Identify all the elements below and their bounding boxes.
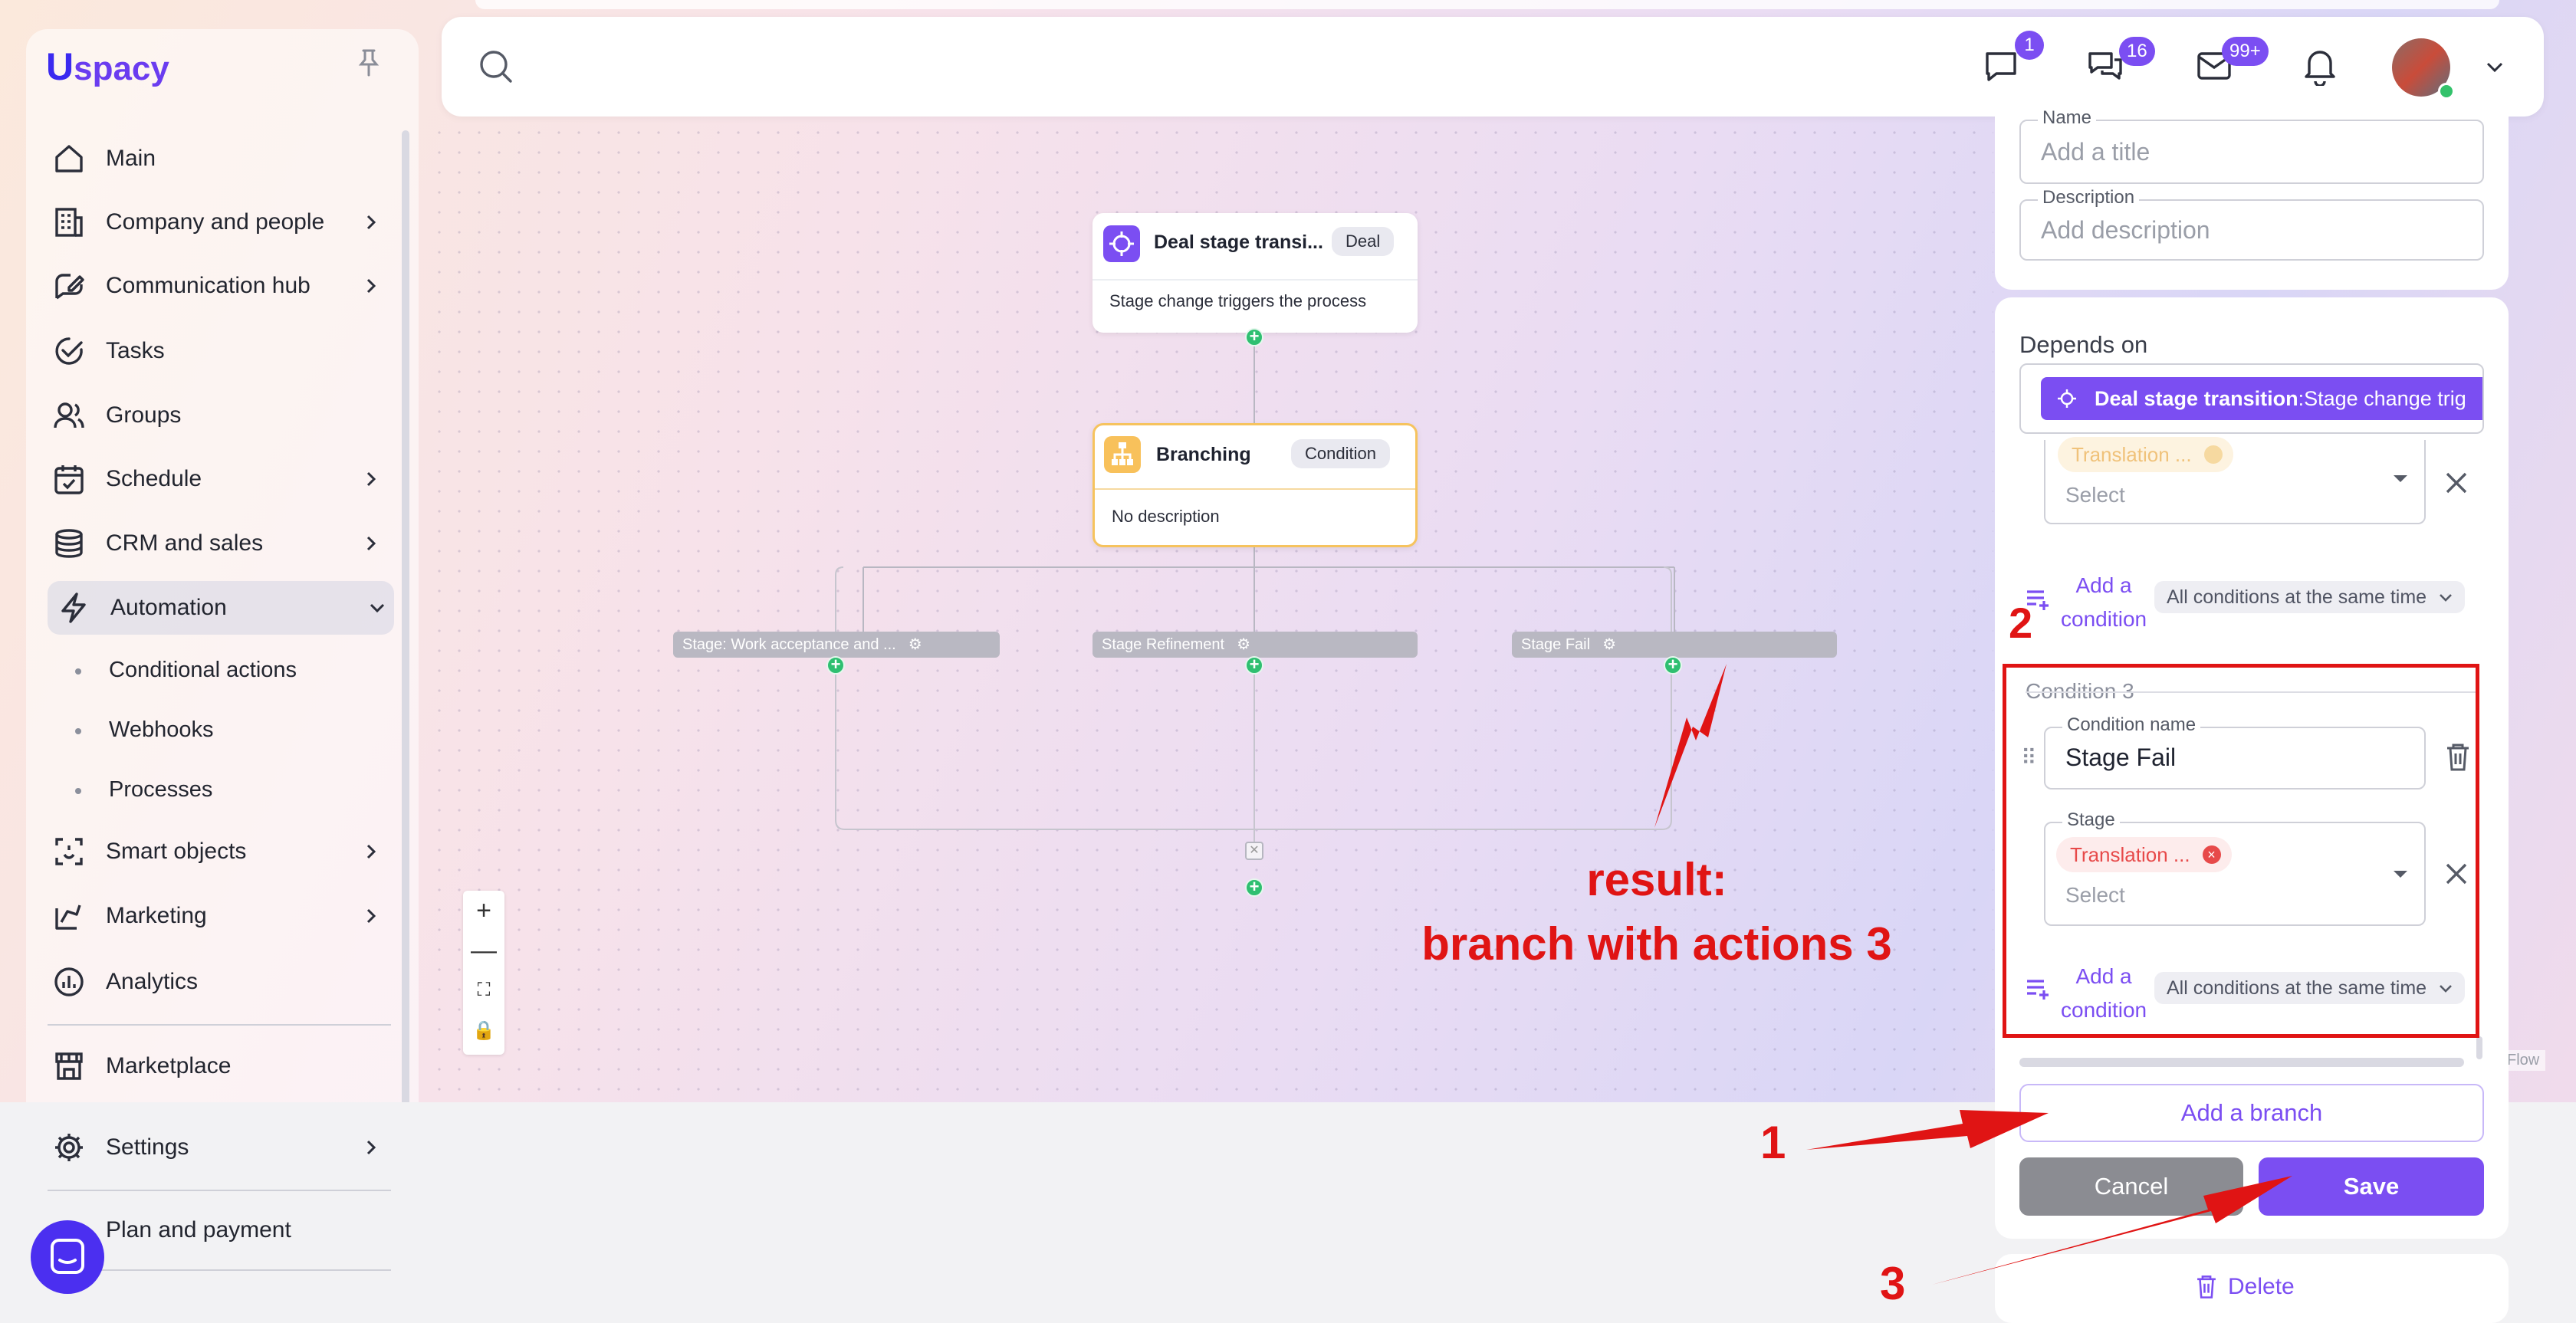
- annotation-arrow-result: [1654, 664, 1727, 828]
- annotation-arrows: [1654, 664, 2292, 1285]
- annotation-arrow-3: [1932, 1176, 2292, 1285]
- annotation-arrow-1: [1806, 1110, 2049, 1150]
